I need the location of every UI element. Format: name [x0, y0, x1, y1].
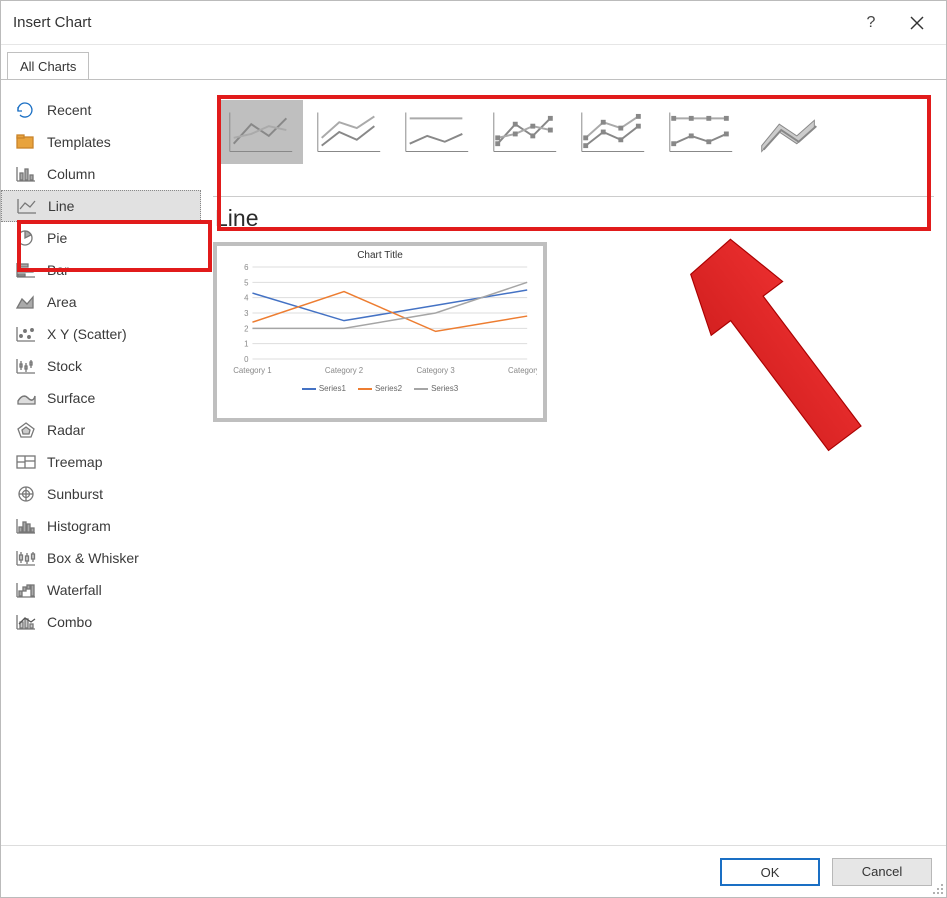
- tabs-row: All Charts: [1, 45, 946, 79]
- insert-chart-dialog: Insert Chart ? All Charts Recent Template…: [0, 0, 947, 898]
- sidebar-item-pie[interactable]: Pie: [1, 222, 201, 254]
- sidebar-item-label: Templates: [47, 134, 111, 150]
- sidebar-item-label: Area: [47, 294, 77, 310]
- help-button[interactable]: ?: [848, 1, 894, 45]
- sidebar-item-label: Combo: [47, 614, 92, 630]
- svg-text:Category 3: Category 3: [416, 366, 455, 375]
- dialog-body: Recent Templates Column Line Pie Bar Area X Y (…: [1, 79, 946, 845]
- sidebar-item-area[interactable]: Area: [1, 286, 201, 318]
- chart-subtype-icon: [750, 104, 828, 160]
- close-icon: [910, 16, 924, 30]
- subtype-3-d-line[interactable]: [747, 100, 831, 164]
- sidebar-item-label: Bar: [47, 262, 69, 278]
- templates-icon: [15, 133, 37, 151]
- chart-preview[interactable]: Chart Title 0 1 2 3 4 5 6 Category 1 Category 2 C…: [213, 242, 547, 422]
- ok-button[interactable]: OK: [720, 858, 820, 886]
- sidebar-item-label: Histogram: [47, 518, 111, 534]
- sidebar-item-templates[interactable]: Templates: [1, 126, 201, 158]
- sidebar-item-sunburst[interactable]: Sunburst: [1, 478, 201, 510]
- sidebar-item-label: Pie: [47, 230, 67, 246]
- close-button[interactable]: [894, 1, 940, 45]
- subtype-100-stacked-line-with-markers[interactable]: [659, 100, 743, 164]
- subtype-stacked-line[interactable]: [307, 100, 391, 164]
- combo-icon: [15, 613, 37, 631]
- sidebar-item-label: Stock: [47, 358, 82, 374]
- chart-subtype-row: [219, 96, 934, 168]
- area-icon: [15, 293, 37, 311]
- subtype-100-stacked-line[interactable]: [395, 100, 479, 164]
- surface-icon: [15, 389, 37, 407]
- chart-subtype-icon: [662, 104, 740, 160]
- sidebar-item-label: Column: [47, 166, 95, 182]
- sidebar-item-bar[interactable]: Bar: [1, 254, 201, 286]
- sidebar-item-label: X Y (Scatter): [47, 326, 127, 342]
- preview-plot: 0 1 2 3 4 5 6 Category 1 Category 2 Category 3 Cat…: [223, 261, 537, 381]
- sidebar-item-label: Waterfall: [47, 582, 102, 598]
- help-icon: ?: [867, 14, 876, 32]
- sidebar-item-combo[interactable]: Combo: [1, 606, 201, 638]
- sidebar-item-waterfall[interactable]: Waterfall: [1, 574, 201, 606]
- chart-subtype-icon: [574, 104, 652, 160]
- preview-title: Chart Title: [223, 250, 537, 261]
- treemap-icon: [15, 453, 37, 471]
- sidebar-item-surface[interactable]: Surface: [1, 382, 201, 414]
- main-pane: Line Chart Title 0 1 2 3 4 5 6 Category 1 Catego…: [201, 80, 946, 845]
- svg-text:0: 0: [244, 355, 249, 364]
- svg-text:Category 4: Category 4: [508, 366, 537, 375]
- boxwhisker-icon: [15, 549, 37, 567]
- svg-text:5: 5: [244, 278, 249, 287]
- sidebar-item-label: Line: [48, 198, 74, 214]
- pie-icon: [15, 229, 37, 247]
- divider: [213, 196, 934, 197]
- sidebar-item-treemap[interactable]: Treemap: [1, 446, 201, 478]
- waterfall-icon: [15, 581, 37, 599]
- cancel-button[interactable]: Cancel: [832, 858, 932, 886]
- sidebar-item-scatter[interactable]: X Y (Scatter): [1, 318, 201, 350]
- column-icon: [15, 165, 37, 183]
- sunburst-icon: [15, 485, 37, 503]
- sidebar-item-histogram[interactable]: Histogram: [1, 510, 201, 542]
- dialog-title: Insert Chart: [13, 14, 91, 31]
- chart-subtype-icon: [310, 104, 388, 160]
- sidebar-item-label: Sunburst: [47, 486, 103, 502]
- scatter-icon: [15, 325, 37, 343]
- chart-subtype-icon: [486, 104, 564, 160]
- tab-all-charts[interactable]: All Charts: [7, 52, 89, 80]
- resize-grip-icon[interactable]: [929, 880, 945, 896]
- category-sidebar: Recent Templates Column Line Pie Bar Area X Y (…: [1, 80, 201, 845]
- svg-text:2: 2: [244, 324, 248, 333]
- sidebar-item-label: Box & Whisker: [47, 550, 139, 566]
- histogram-icon: [15, 517, 37, 535]
- svg-text:3: 3: [244, 309, 249, 318]
- svg-text:Category 1: Category 1: [233, 366, 272, 375]
- recent-icon: [15, 101, 37, 119]
- line-icon: [16, 197, 38, 215]
- subtype-stacked-line-with-markers[interactable]: [571, 100, 655, 164]
- selected-subtype-label: Line: [215, 205, 934, 232]
- bar-icon: [15, 261, 37, 279]
- svg-text:4: 4: [244, 294, 249, 303]
- svg-text:6: 6: [244, 263, 249, 272]
- sidebar-item-boxwhisker[interactable]: Box & Whisker: [1, 542, 201, 574]
- sidebar-item-stock[interactable]: Stock: [1, 350, 201, 382]
- chart-subtype-icon: [398, 104, 476, 160]
- sidebar-item-recent[interactable]: Recent: [1, 94, 201, 126]
- chart-subtype-icon: [222, 104, 300, 160]
- subtype-line[interactable]: [219, 100, 303, 164]
- sidebar-item-label: Treemap: [47, 454, 103, 470]
- sidebar-item-column[interactable]: Column: [1, 158, 201, 190]
- stock-icon: [15, 357, 37, 375]
- sidebar-item-radar[interactable]: Radar: [1, 414, 201, 446]
- preview-legend: Series1Series2Series3: [223, 384, 537, 393]
- sidebar-item-line[interactable]: Line: [1, 190, 201, 222]
- radar-icon: [15, 421, 37, 439]
- svg-text:1: 1: [244, 340, 249, 349]
- sidebar-item-label: Recent: [47, 102, 91, 118]
- subtype-line-with-markers[interactable]: [483, 100, 567, 164]
- sidebar-item-label: Radar: [47, 422, 85, 438]
- sidebar-item-label: Surface: [47, 390, 95, 406]
- titlebar: Insert Chart ?: [1, 1, 946, 45]
- svg-text:Category 2: Category 2: [325, 366, 363, 375]
- button-row: OK Cancel: [1, 845, 946, 897]
